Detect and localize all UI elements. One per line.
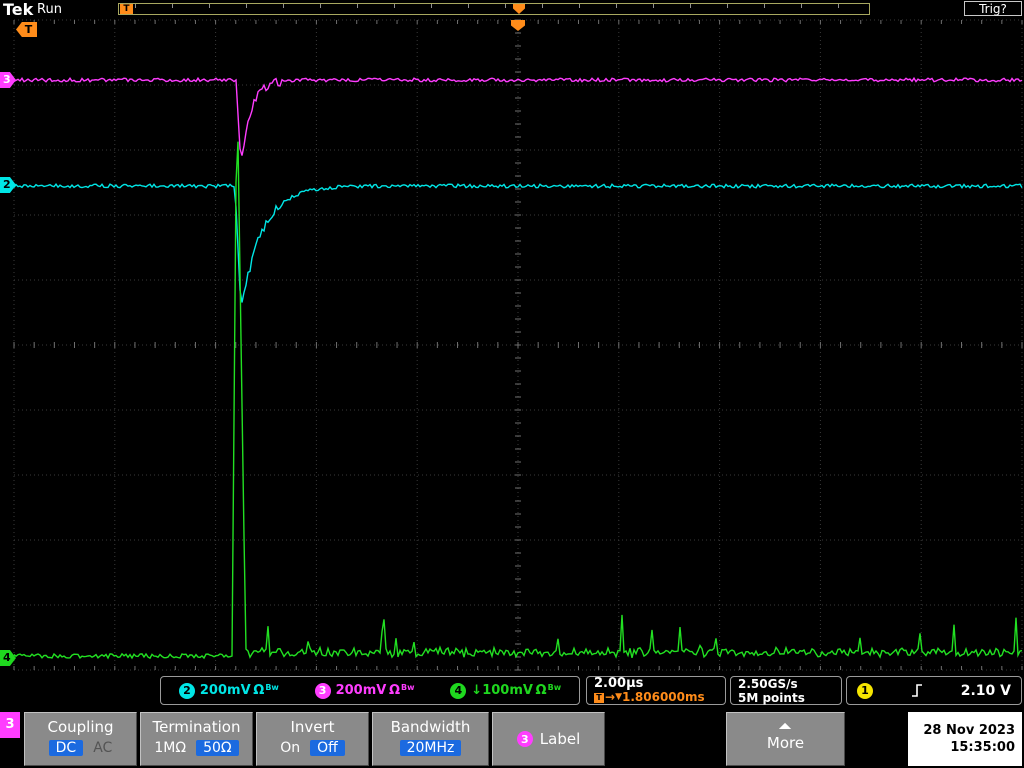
label-channel-badge: 3 <box>516 731 533 747</box>
acquisition-readout-box: 2.50GS/s 5M points <box>730 676 842 705</box>
bandwidth-title: Bandwidth <box>390 718 471 736</box>
delay-marker-icon: ▼ <box>615 692 622 702</box>
timebase-readout: 2.00µs <box>594 676 644 691</box>
trigger-readout-box[interactable]: 1 2.10 V <box>846 676 1022 705</box>
time-text: 15:35:00 <box>950 740 1015 755</box>
active-channel-indicator: 3 <box>0 712 20 738</box>
graticule-waveform-area <box>13 19 1023 671</box>
bandwidth-button[interactable]: Bandwidth 20MHz <box>372 712 489 766</box>
coupling-button[interactable]: Coupling DC AC <box>24 712 137 766</box>
oscilloscope-screen: Tek Run T Trig? T 3 2 4 2 200mV ΩBw 3 20… <box>0 0 1024 768</box>
label-title: Label <box>539 730 581 748</box>
ch2-scale: 200mV ΩBw <box>199 683 279 698</box>
coupling-option-ac[interactable]: AC <box>93 740 112 756</box>
termination-button[interactable]: Termination 1MΩ 50Ω <box>140 712 253 766</box>
horizontal-readout-box[interactable]: 2.00µs T → ▼ 1.806000ms <box>586 676 726 705</box>
date-text: 28 Nov 2023 <box>923 723 1015 738</box>
record-length: 5M points <box>738 690 805 705</box>
delay-trigger-icon: T <box>594 692 604 703</box>
delay-value: 1.806000ms <box>621 690 705 704</box>
ch4-scale: ↓100mV ΩBw <box>471 683 562 698</box>
delay-arrow: → <box>605 690 616 704</box>
invert-button[interactable]: Invert On Off <box>256 712 369 766</box>
label-button[interactable]: 3 Label <box>492 712 605 766</box>
ch2-readout[interactable]: 2 200mV ΩBw <box>178 682 279 699</box>
ch2-badge: 2 <box>178 682 195 699</box>
bottom-menu-bar: 3 Coupling DC AC Termination 1MΩ 50Ω Inv… <box>0 710 1024 768</box>
ch4-readout[interactable]: 4 ↓100mV ΩBw <box>450 682 562 699</box>
coupling-option-dc[interactable]: DC <box>48 740 84 756</box>
ch2-bw-limit: Bw <box>265 683 279 692</box>
termination-option-1mohm[interactable]: 1MΩ <box>154 740 186 756</box>
more-title: More <box>766 734 805 752</box>
status-bar: 2 200mV ΩBw 3 200mV ΩBw 4 ↓100mV ΩBw 2.0… <box>0 674 1024 708</box>
ch3-badge: 3 <box>314 682 331 699</box>
rising-edge-icon <box>911 684 922 697</box>
invert-title: Invert <box>290 718 335 736</box>
trigger-level-readout: 2.10 V <box>960 682 1011 699</box>
ch4-bw-limit: Bw <box>547 683 562 692</box>
termination-title: Termination <box>152 718 241 736</box>
invert-option-off[interactable]: Off <box>310 740 345 756</box>
more-up-arrow-icon: ▲ <box>779 721 792 730</box>
bandwidth-option-20mhz[interactable]: 20MHz <box>399 740 462 756</box>
trigger-delay-readout: T → ▼ 1.806000ms <box>594 691 705 704</box>
sample-rate: 2.50GS/s <box>738 676 798 691</box>
more-button[interactable]: ▲ More <box>726 712 845 766</box>
channel-readouts-box: 2 200mV ΩBw 3 200mV ΩBw 4 ↓100mV ΩBw <box>160 676 580 705</box>
datetime-box: 28 Nov 2023 15:35:00 <box>908 712 1022 766</box>
termination-option-50ohm[interactable]: 50Ω <box>196 740 239 756</box>
ch4-badge: 4 <box>450 682 467 699</box>
ch3-scale: 200mV ΩBw <box>335 683 415 698</box>
ch3-readout[interactable]: 3 200mV ΩBw <box>314 682 415 699</box>
invert-option-on[interactable]: On <box>280 740 300 756</box>
trigger-source-badge: 1 <box>857 682 873 699</box>
ch3-bw-limit: Bw <box>401 683 415 692</box>
coupling-title: Coupling <box>47 718 114 736</box>
